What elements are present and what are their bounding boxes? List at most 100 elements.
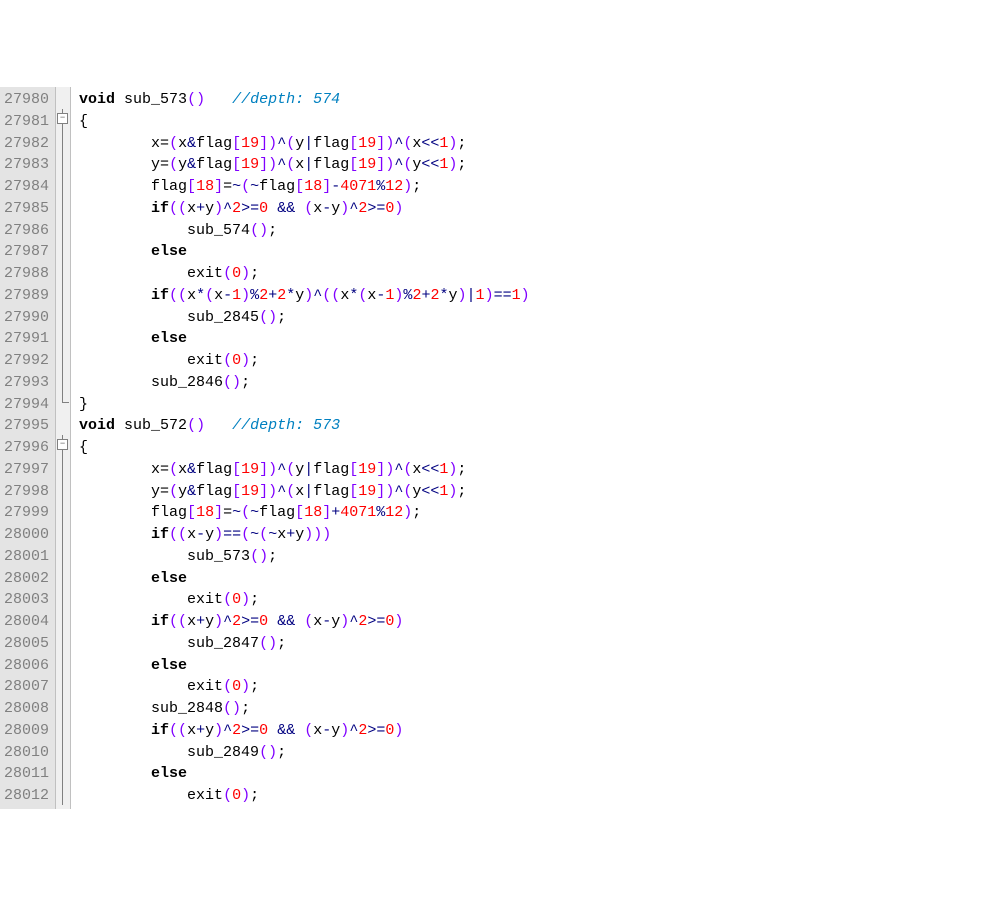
fold-toggle[interactable]: − [57, 113, 68, 124]
token-kw: if [151, 287, 169, 304]
token-paren: ) [304, 287, 313, 304]
code-line[interactable]: if((x+y)^2>=0 && (x-y)^2>=0) [79, 198, 530, 220]
code-line[interactable]: sub_2849(); [79, 742, 530, 764]
code-line[interactable]: flag[18]=~(~flag[18]+4071%12); [79, 502, 530, 524]
code-line[interactable]: x=(x&flag[19])^(y|flag[19])^(x<<1); [79, 133, 530, 155]
token-op: >= [241, 613, 259, 630]
token-paren: [ [232, 135, 241, 152]
token-semi: ; [268, 222, 277, 239]
token-paren: ) [458, 287, 467, 304]
token-paren: ) [268, 156, 277, 173]
token-paren: (( [169, 526, 187, 543]
token-semi: ; [250, 787, 259, 804]
token-paren: ) [394, 722, 403, 739]
token-op: ^ [277, 483, 286, 500]
code-line[interactable]: } [79, 394, 530, 416]
token-paren: ) [322, 526, 331, 543]
token-eq: = [160, 483, 169, 500]
token-paren: ) [268, 483, 277, 500]
token-paren: ( [223, 678, 232, 695]
code-line[interactable]: else [79, 568, 530, 590]
token-ix: 19 [241, 135, 259, 152]
code-line[interactable]: sub_574(); [79, 220, 530, 242]
token-paren: [ [187, 504, 196, 521]
code-line[interactable]: { [79, 437, 530, 459]
token-id: y [151, 483, 160, 500]
line-number: 27981 [4, 111, 49, 133]
token-op: * [196, 287, 205, 304]
code-line[interactable]: exit(0); [79, 589, 530, 611]
token-ix: 19 [358, 483, 376, 500]
token-ix: 0 [232, 265, 241, 282]
code-line[interactable]: if((x-y)==(~(~x+y))) [79, 524, 530, 546]
code-line[interactable]: else [79, 241, 530, 263]
token-ix: 19 [358, 135, 376, 152]
code-line[interactable]: y=(y&flag[19])^(x|flag[19])^(y<<1); [79, 154, 530, 176]
token-id: flag [151, 504, 187, 521]
token-semi: ; [268, 548, 277, 565]
token-op: | [304, 483, 313, 500]
code-line[interactable]: flag[18]=~(~flag[18]-4071%12); [79, 176, 530, 198]
token-paren: ( [223, 787, 232, 804]
token-id: y [151, 156, 160, 173]
code-line[interactable]: if((x*(x-1)%2+2*y)^((x*(x-1)%2+2*y)|1)==… [79, 285, 530, 307]
token-id: x [187, 722, 196, 739]
code-line[interactable]: else [79, 328, 530, 350]
code-line[interactable]: sub_2847(); [79, 633, 530, 655]
token-ix: 2 [277, 287, 286, 304]
code-line[interactable]: { [79, 111, 530, 133]
token-ix: 0 [259, 613, 268, 630]
token-semi: ; [457, 135, 466, 152]
code-line[interactable]: exit(0); [79, 785, 530, 807]
fold-gutter[interactable]: −− [56, 87, 71, 809]
token-ix: 19 [241, 461, 259, 478]
token-op: ^ [394, 461, 403, 478]
fold-toggle[interactable]: − [57, 439, 68, 450]
code-line[interactable]: void sub_572() //depth: 573 [79, 415, 530, 437]
token-paren: (( [169, 613, 187, 630]
token-paren: ) [340, 200, 349, 217]
code-line[interactable]: sub_2848(); [79, 698, 530, 720]
code-area[interactable]: void sub_573() //depth: 574{ x=(x&flag[1… [71, 87, 530, 809]
code-line[interactable]: void sub_573() //depth: 574 [79, 89, 530, 111]
code-line[interactable]: exit(0); [79, 350, 530, 372]
token-id: flag [313, 483, 349, 500]
token-op: && [277, 613, 295, 630]
token-op: ^ [349, 200, 358, 217]
token-paren: ( [169, 461, 178, 478]
code-line[interactable]: sub_573(); [79, 546, 530, 568]
token-kw: if [151, 722, 169, 739]
code-line[interactable]: sub_2846(); [79, 372, 530, 394]
token-id: x [295, 483, 304, 500]
token-op: << [421, 135, 439, 152]
token-op: << [421, 483, 439, 500]
token-fn: sub_2848 [151, 700, 223, 717]
token-eq: = [160, 461, 169, 478]
token-ix: 2 [358, 200, 367, 217]
token-paren: ( [241, 504, 250, 521]
token-op: << [421, 461, 439, 478]
code-line[interactable]: else [79, 763, 530, 785]
code-line[interactable]: exit(0); [79, 676, 530, 698]
token-id: x [313, 200, 322, 217]
code-line[interactable]: y=(y&flag[19])^(x|flag[19])^(y<<1); [79, 481, 530, 503]
token-id: x [340, 287, 349, 304]
token-ix: 12 [385, 504, 403, 521]
token-ix: 4071 [340, 504, 376, 521]
code-line[interactable]: if((x+y)^2>=0 && (x-y)^2>=0) [79, 611, 530, 633]
token-op: >= [241, 200, 259, 217]
code-line[interactable]: if((x+y)^2>=0 && (x-y)^2>=0) [79, 720, 530, 742]
token-ix: 1 [232, 287, 241, 304]
code-editor[interactable]: 2798027981279822798327984279852798627987… [0, 87, 993, 809]
code-line[interactable]: sub_2845(); [79, 307, 530, 329]
token-semi: ; [277, 635, 286, 652]
token-ix: 19 [241, 483, 259, 500]
code-line[interactable]: else [79, 655, 530, 677]
line-number: 27992 [4, 350, 49, 372]
code-line[interactable]: exit(0); [79, 263, 530, 285]
token-op: * [286, 287, 295, 304]
token-id: flag [196, 135, 232, 152]
code-line[interactable]: x=(x&flag[19])^(y|flag[19])^(x<<1); [79, 459, 530, 481]
line-number: 27984 [4, 176, 49, 198]
token-paren: [ [349, 483, 358, 500]
